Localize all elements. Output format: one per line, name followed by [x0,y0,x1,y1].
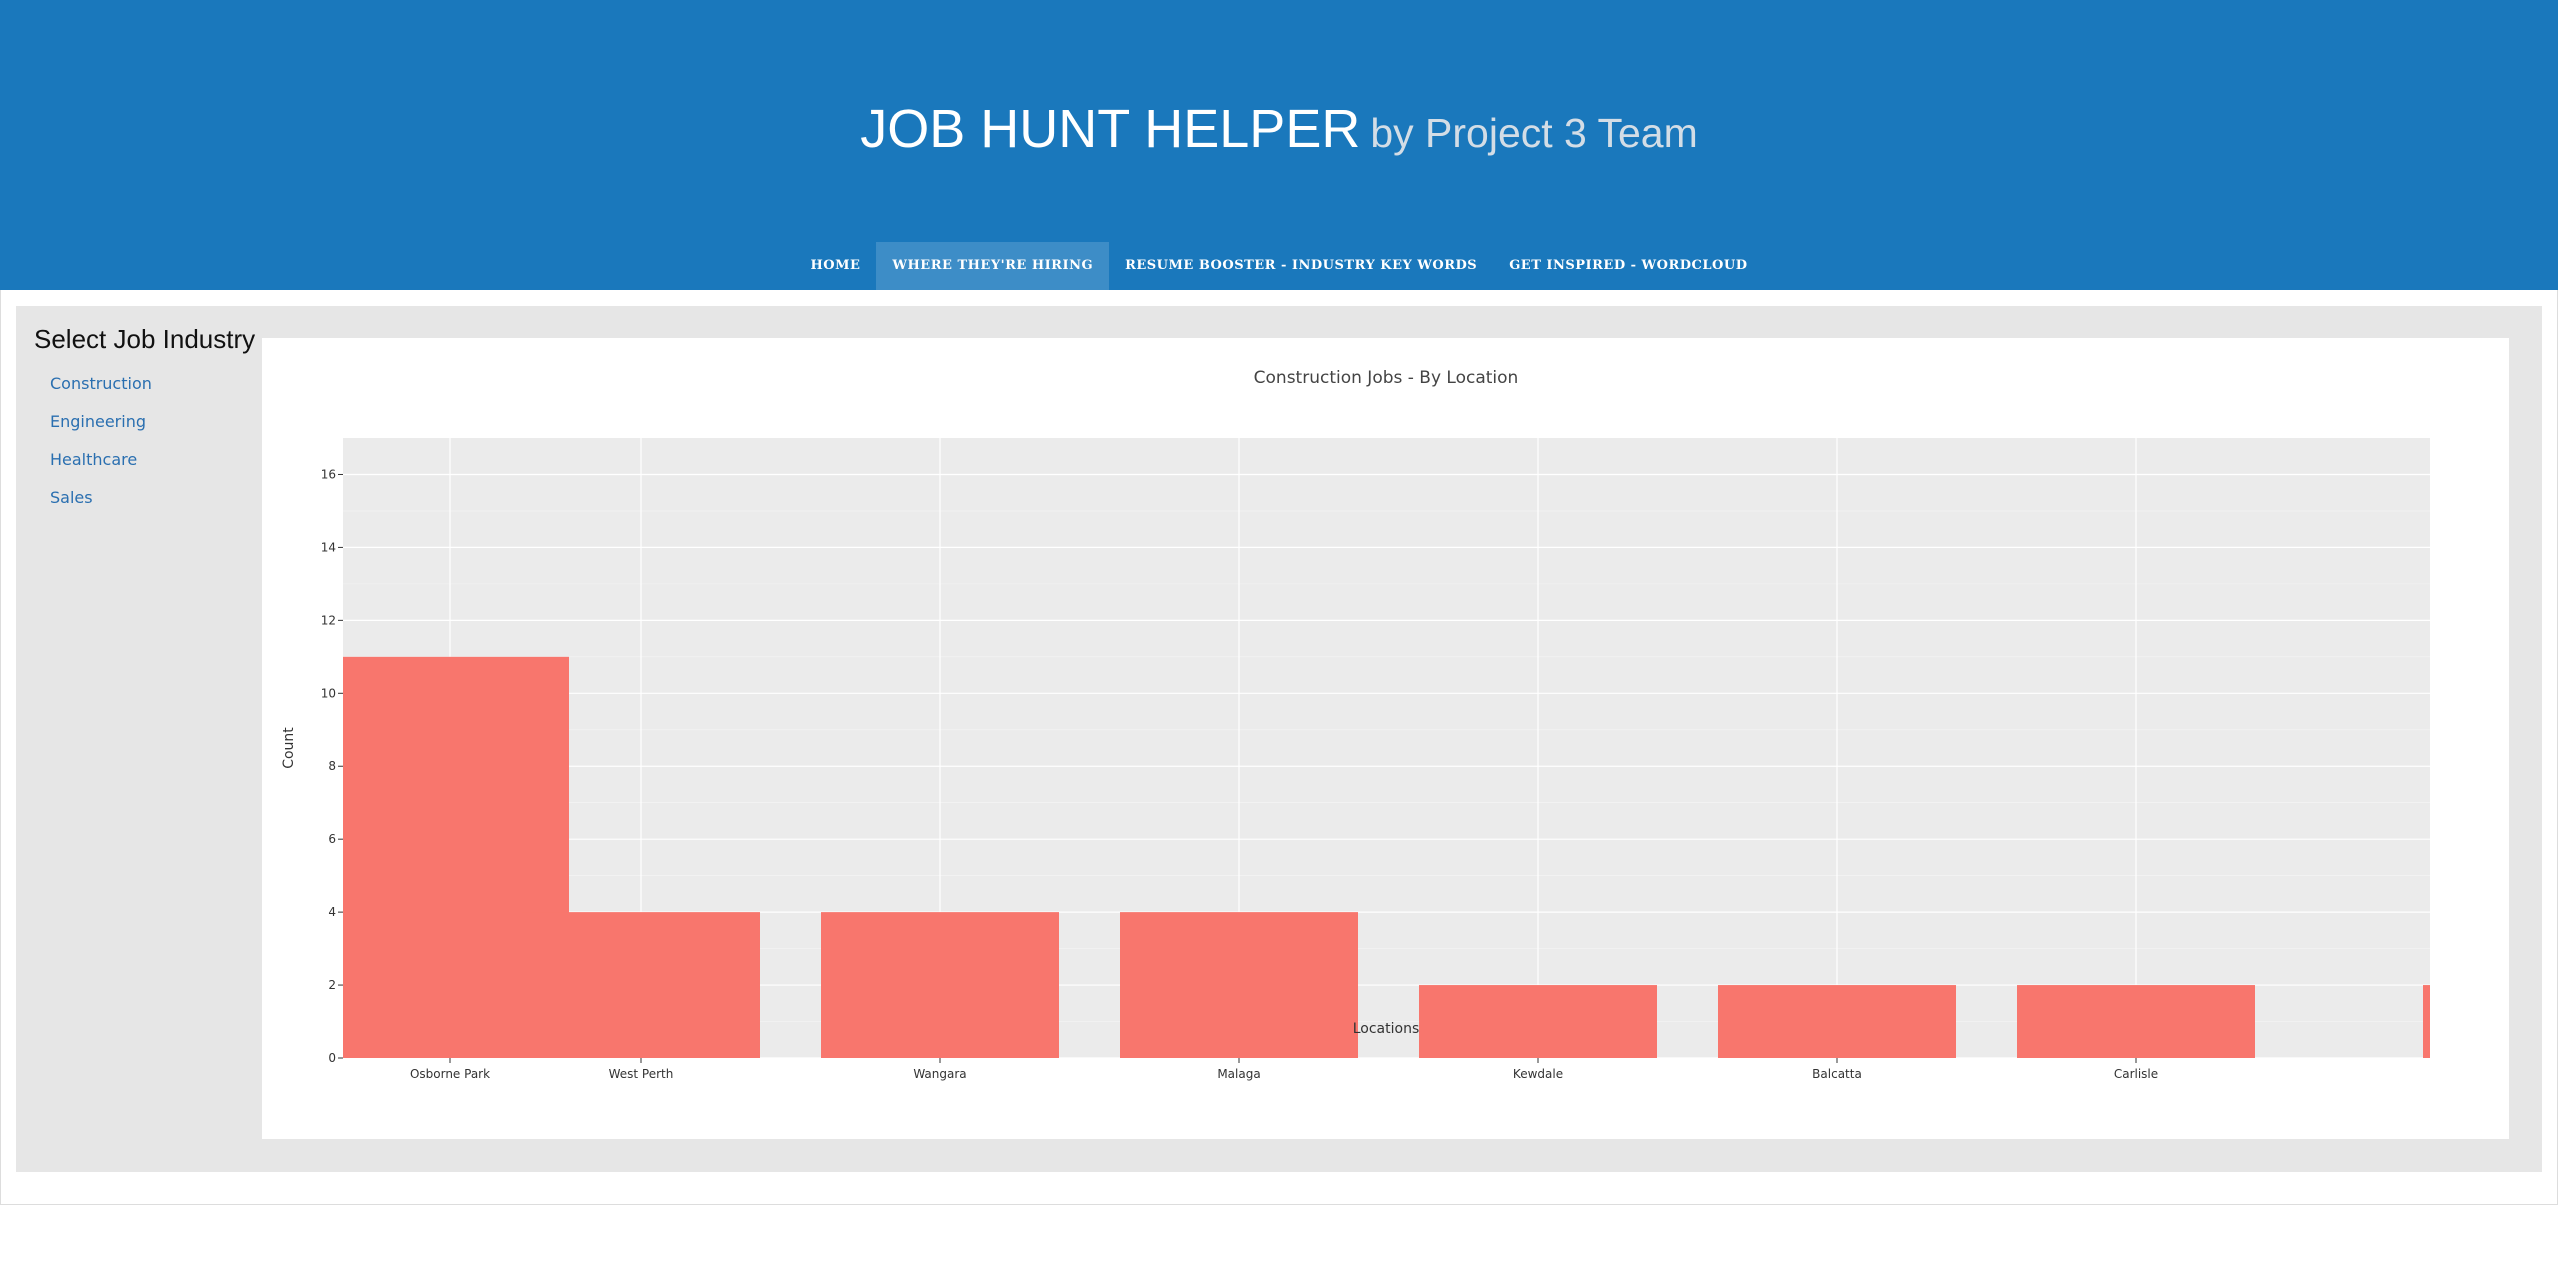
nav-item-get-inspired[interactable]: GET INSPIRED - WORDCLOUD [1493,242,1763,290]
y-axis-label: Count [281,727,297,769]
bar-carlisle [2017,985,2255,1058]
chart-title: Construction Jobs - By Location [1254,368,1519,388]
x-tick-label: Balcatta [1812,1067,1862,1081]
x-tick-label: Kewdale [1513,1067,1563,1081]
nav-item-where-theyre-hiring[interactable]: WHERE THEY'RE HIRING [876,242,1110,290]
y-tick-label: 4 [328,905,336,919]
sidebar-link-engineering[interactable]: Engineering [50,412,146,431]
bar-wangara [821,912,1059,1058]
x-tick-label: Carlisle [2114,1067,2158,1081]
x-axis-label: Locations [1353,1021,1420,1037]
bar-balcatta [1718,985,1956,1058]
nav-item-home[interactable]: HOME [795,242,877,290]
x-tick-label: Malaga [1217,1067,1260,1081]
bar-partial [2423,985,2430,1058]
x-tick-label: Wangara [913,1067,966,1081]
bar-chart: 0 2 4 6 8 10 12 14 16 Osborne Park West Perth Wanga… [281,368,2430,1081]
main-nav: HOME WHERE THEY'RE HIRING RESUME BOOSTER… [0,242,2558,290]
y-tick-label: 2 [328,978,336,992]
site-header: JOB HUNT HELPER by Project 3 Team HOME WH… [0,0,2558,290]
y-tick-label: 12 [321,613,336,627]
site-title: JOB HUNT HELPER by Project 3 Team [0,98,2558,160]
y-tick-label: 6 [328,832,336,846]
x-tick-label: Osborne Park [410,1067,490,1081]
y-tick-label: 14 [321,540,336,554]
y-tick-label: 8 [328,759,336,773]
y-tick-label: 10 [321,686,336,700]
chart-card: 0 2 4 6 8 10 12 14 16 Osborne Park West Perth Wanga… [262,338,2509,1139]
y-tick-label: 16 [321,467,336,481]
sidebar-link-construction[interactable]: Construction [50,374,152,393]
y-tick-label: 0 [328,1051,336,1065]
bar-west-perth [522,912,760,1058]
x-tick-label: West Perth [609,1067,674,1081]
sidebar-link-sales[interactable]: Sales [50,488,93,507]
site-title-main: JOB HUNT HELPER [860,99,1361,159]
bar-kewdale [1419,985,1657,1058]
sidebar-title: Select Job Industry [34,324,256,354]
bar-malaga [1120,912,1358,1058]
sidebar-link-healthcare[interactable]: Healthcare [50,450,137,469]
nav-item-resume-booster[interactable]: RESUME BOOSTER - INDUSTRY KEY WORDS [1109,242,1493,290]
site-title-subtitle: by Project 3 Team [1370,110,1698,156]
